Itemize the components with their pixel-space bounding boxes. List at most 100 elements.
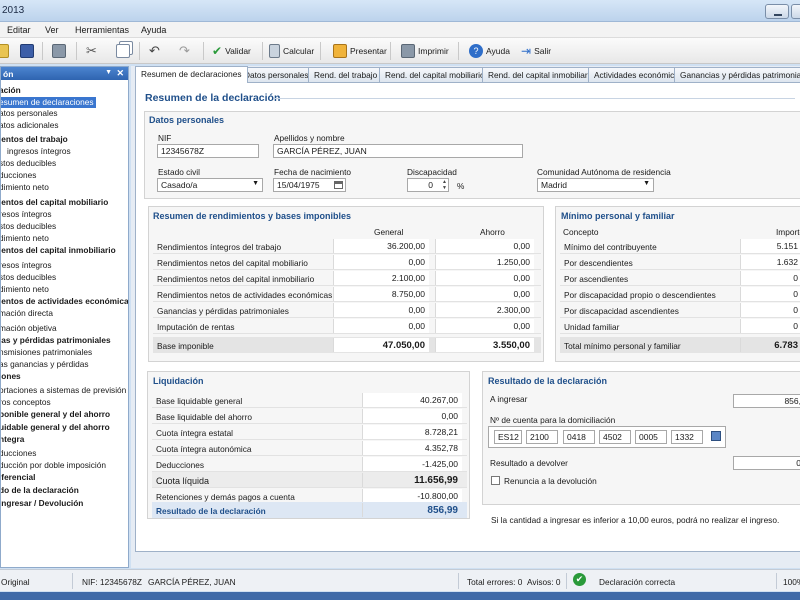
nav-item[interactable]: ros conceptos (1, 397, 51, 408)
nav-item[interactable]: iferencial (1, 472, 35, 483)
nav-item[interactable]: as ganancias y pérdidas (1, 359, 88, 370)
nav-item[interactable]: stos deducibles (1, 221, 56, 232)
navigation-header-title: ón (3, 69, 14, 79)
account-segment-field[interactable]: ES12 (494, 430, 522, 444)
nav-item[interactable]: dimiento neto (1, 284, 49, 295)
ayuda-button[interactable]: ? Ayuda (469, 42, 510, 60)
nav-item[interactable]: ientos del capital inmobiliario (1, 245, 116, 256)
nav-item[interactable]: ientos del trabajo (1, 134, 68, 145)
to-pay-field[interactable]: 856, (733, 394, 800, 408)
nav-item[interactable]: ponible general y del ahorro (1, 409, 110, 420)
tab-item[interactable]: Ganancias y pérdidas patrimoniales (674, 67, 800, 82)
waive-refund-checkbox[interactable] (491, 476, 500, 485)
nav-item[interactable]: ientos del capital mobiliario (1, 197, 108, 208)
menu-ver[interactable]: Ver (45, 25, 59, 35)
nav-item[interactable]: mación objetiva (1, 323, 57, 334)
nav-item[interactable]: ducciones (1, 170, 36, 181)
amount-value: 0 (740, 271, 800, 285)
stepper-arrows-icon[interactable]: ▲ ▼ (442, 179, 447, 191)
nav-item[interactable]: dimiento neto (1, 182, 49, 193)
tab-item[interactable]: Rend. del capital inmobiliario (482, 67, 601, 82)
undo-button[interactable]: ↶ (149, 42, 160, 60)
refund-field[interactable]: 0 (733, 456, 800, 470)
nav-item[interactable]: esumen de declaraciones (1, 97, 96, 108)
row-label: Ganancias y pérdidas patrimoniales (157, 306, 289, 316)
account-segment-field[interactable]: 1332 (671, 430, 703, 444)
menu-editar[interactable]: Editar (7, 25, 31, 35)
account-segment-field[interactable]: 2100 (526, 430, 558, 444)
nav-item[interactable]: atos personales (1, 108, 58, 119)
menu-ayuda[interactable]: Ayuda (141, 25, 166, 35)
account-segment-field[interactable]: 0005 (635, 430, 667, 444)
nav-item[interactable]: atos adicionales (1, 120, 59, 131)
nav-item[interactable]: ducciones (1, 448, 36, 459)
percent-sign: % (457, 181, 465, 191)
row-label: Rendimientos netos del capital inmobilia… (157, 274, 315, 284)
region-select[interactable]: Madrid ▼ (537, 178, 654, 192)
cut-button[interactable]: ✂ (86, 42, 97, 60)
birth-date-field[interactable]: 15/04/1975 (273, 178, 346, 192)
account-segment-field[interactable]: 0418 (563, 430, 595, 444)
calcular-button[interactable]: Calcular (269, 42, 314, 60)
nav-item[interactable]: ias y pérdidas patrimoniales (1, 335, 111, 346)
total-label: Resultado de la declaración (156, 506, 266, 516)
row-label: Cuota líquida (156, 476, 210, 486)
nav-item[interactable]: ducción por doble imposición (1, 460, 106, 471)
liquidation-section: Liquidación Base liquidable general 40.26… (147, 371, 470, 519)
account-segment-field[interactable]: 4502 (599, 430, 631, 444)
tab-item[interactable]: Datos personales (238, 67, 315, 82)
nav-item[interactable]: resos íntegros (1, 260, 52, 271)
nav-item[interactable]: ingresos íntegros (7, 146, 71, 157)
tab-item[interactable]: Rend. del trabajo (308, 67, 384, 82)
menu-herramientas[interactable]: Herramientas (75, 25, 129, 35)
copy-button[interactable] (116, 42, 130, 60)
nif-field[interactable]: 12345678Z (157, 144, 259, 158)
maximize-button[interactable] (791, 4, 800, 19)
civil-status-select[interactable]: Casado/a ▼ (157, 178, 263, 192)
nav-item[interactable]: mación directa (1, 308, 53, 319)
disability-stepper[interactable]: 0 ▲ ▼ (407, 178, 449, 192)
calendar-icon[interactable] (334, 181, 343, 189)
tab-resumen[interactable]: Resumen de declaraciones (135, 66, 248, 83)
status-errors: Total errores: 0 (467, 577, 523, 587)
nav-item[interactable]: stos deducibles (1, 158, 56, 169)
presentar-button[interactable]: Presentar (333, 42, 387, 60)
nav-item[interactable]: dimiento neto (1, 233, 49, 244)
salir-button[interactable]: ⇥ Salir (521, 42, 551, 60)
general-column-header: General (374, 227, 404, 237)
disability-label: Discapacidad (407, 167, 457, 177)
print-quick-button[interactable] (52, 42, 66, 60)
nav-item[interactable]: ación (1, 85, 21, 96)
open-button[interactable] (0, 42, 9, 60)
nav-item[interactable]: ntegra (1, 434, 24, 445)
row-label: Deducciones (156, 460, 204, 470)
redo-button[interactable]: ↷ (179, 42, 190, 60)
nav-item[interactable]: ingresar / Devolución (1, 498, 83, 509)
minimize-button[interactable] (765, 4, 789, 19)
ahorro-value: 0,00 (435, 271, 534, 285)
general-total: 47.050,00 (333, 338, 429, 352)
nav-item[interactable]: do de la declaración (1, 485, 79, 496)
nav-item[interactable]: uidable general y del ahorro (1, 422, 110, 433)
nav-item[interactable]: resos íntegros (1, 209, 52, 220)
dropdown-icon[interactable]: ▼ (105, 69, 112, 76)
nav-item[interactable]: stos deducibles (1, 272, 56, 283)
nav-item[interactable]: ortaciones a sistemas de previsión (1, 385, 126, 396)
tab-item[interactable]: Rend. del capital mobiliario (379, 67, 491, 82)
row-label: Imputación de rentas (157, 322, 235, 332)
close-icon[interactable]: ✕ (116, 68, 124, 79)
imprimir-button[interactable]: Imprimir (401, 42, 449, 60)
name-field[interactable]: GARCÍA PÉREZ, JUAN (273, 144, 523, 158)
personal-data-section: Datos personales NIF 12345678Z Apellidos… (144, 111, 800, 199)
liquidation-title: Liquidación (153, 376, 204, 386)
validar-button[interactable]: ✔ Validar (212, 42, 251, 60)
save-button[interactable] (20, 42, 34, 60)
scissors-icon: ✂ (86, 43, 97, 58)
row-label: Por discapacidad ascendientes (564, 306, 679, 316)
taskbar (0, 592, 800, 600)
status-nif: NIF: 12345678Z (82, 577, 142, 587)
calculator-icon[interactable] (711, 431, 721, 441)
nav-item[interactable]: nsmisiones patrimoniales (1, 347, 92, 358)
nav-item[interactable]: iones (1, 371, 21, 382)
nav-item[interactable]: ientos de actividades económicas (1, 296, 128, 307)
